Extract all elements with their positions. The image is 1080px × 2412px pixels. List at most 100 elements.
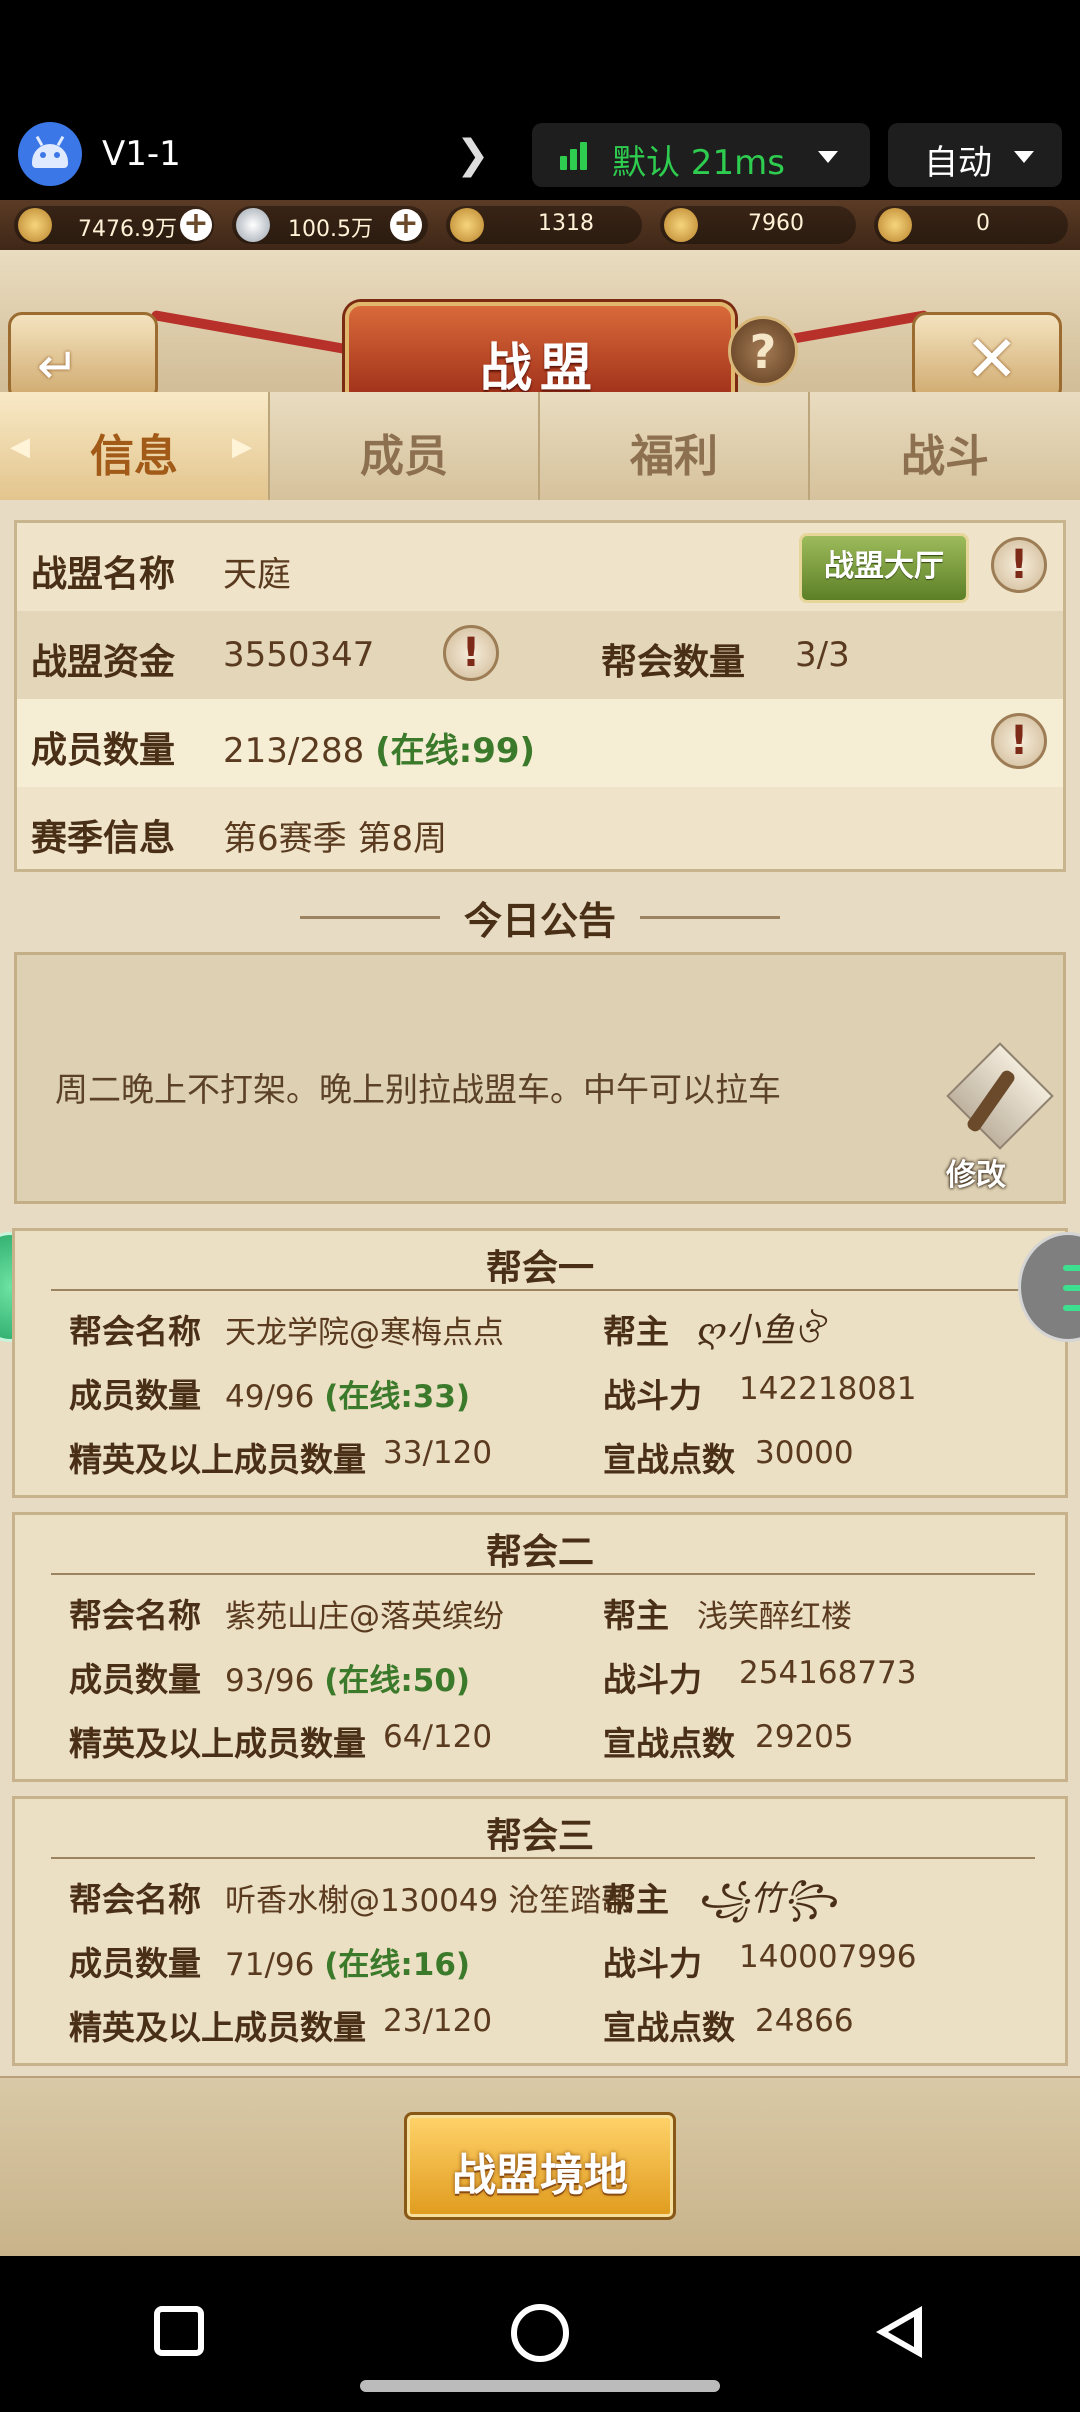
tab-bar: ◀ 信息 ▶ 成员 福利 战斗	[0, 392, 1080, 500]
currency-bar: 7476.9万 + 100.5万 + 1318 7960 0	[0, 200, 1080, 250]
info-row-funds: 战盟资金 3550347 ! 帮会数量 3/3	[17, 611, 1063, 699]
members-online: (在线:16)	[324, 1947, 471, 1983]
war-points-label: 宣战点数	[603, 1440, 735, 1479]
back-arrow-icon: ↵	[37, 337, 79, 395]
network-label: 默认 21ms	[612, 143, 785, 183]
chevron-down-icon	[818, 151, 838, 163]
tab-members[interactable]: 成员	[270, 392, 540, 500]
currency-gold: 1318	[446, 206, 642, 244]
question-icon: ?	[749, 325, 777, 379]
status-bar	[0, 0, 1080, 120]
members-label: 成员数量	[69, 1660, 201, 1699]
funds-value: 3550347	[223, 635, 375, 675]
guild-card: 帮会三 帮会名称 听香水榭@130049 沧笙踏歌 帮主 ꧁竹꧂ 成员数量 71…	[12, 1796, 1068, 2066]
alliance-name: 天庭	[223, 555, 291, 595]
close-icon: ✕	[965, 323, 1019, 397]
locked-gold-icon	[664, 208, 698, 242]
divider	[640, 916, 780, 919]
edit-notice-button[interactable]: 修改	[940, 1042, 1054, 1198]
leader-name: ღ小鱼ঔ	[697, 1311, 823, 1351]
quality-label: 自动	[924, 143, 992, 183]
network-dropdown[interactable]: 默认 21ms	[532, 123, 870, 187]
android-icon[interactable]	[18, 122, 82, 186]
gold-ingot-icon	[450, 208, 484, 242]
notice-title: 今日公告	[463, 899, 616, 943]
members-online: (在线:50)	[324, 1663, 471, 1699]
divider	[300, 916, 440, 919]
leader-label: 帮主	[603, 1596, 669, 1635]
copper-coin-icon	[18, 208, 52, 242]
members-label: 成员数量	[31, 730, 176, 771]
war-points-value: 24866	[755, 2003, 854, 2039]
war-points-value: 30000	[755, 1435, 854, 1471]
war-points-label: 宣战点数	[603, 2008, 735, 2047]
silver-ingot-icon	[236, 208, 270, 242]
back-nav-button[interactable]	[876, 2306, 922, 2358]
guild-name-label: 帮会名称	[69, 1880, 201, 1919]
add-copper-button[interactable]: +	[180, 209, 212, 241]
stream-name[interactable]: V1-1	[102, 134, 181, 174]
home-button[interactable]	[511, 2304, 569, 2362]
guild-name-label: 帮会名称	[69, 1596, 201, 1635]
currency-silver: 100.5万 +	[232, 206, 428, 244]
tab-label: 成员	[360, 431, 448, 482]
elite-value: 64/120	[383, 1719, 493, 1755]
alliance-hall-button[interactable]: 战盟大厅	[799, 533, 969, 603]
guild-card: 帮会二 帮会名称 紫苑山庄@落英缤纷 帮主 浅笑醉红楼 成员数量 93/96 (…	[12, 1512, 1068, 1782]
alliance-realm-button[interactable]: 战盟境地	[404, 2112, 676, 2220]
power-label: 战斗力	[603, 1376, 702, 1415]
power-value: 140007996	[739, 1939, 917, 1975]
members-online: (在线:99)	[375, 731, 536, 771]
realm-button-label: 战盟境地	[452, 2150, 628, 2201]
elite-label: 精英及以上成员数量	[69, 2008, 366, 2047]
info-row-name: 战盟名称 天庭 战盟大厅 !	[17, 523, 1063, 611]
power-value: 254168773	[739, 1655, 917, 1691]
quality-dropdown[interactable]: 自动	[888, 123, 1062, 187]
notice-header: 今日公告	[0, 884, 1080, 943]
currency-locked-gold: 7960	[660, 206, 856, 244]
chevron-down-icon	[1014, 151, 1034, 163]
info-icon[interactable]: !	[991, 713, 1047, 769]
power-label: 战斗力	[603, 1660, 702, 1699]
elite-value: 33/120	[383, 1435, 493, 1471]
tab-battle[interactable]: 战斗	[810, 392, 1080, 500]
back-button[interactable]: ↵	[8, 312, 158, 402]
ribbon	[150, 309, 360, 357]
currency-value: 7476.9万	[78, 217, 177, 242]
guild-count-label: 帮会数量	[601, 642, 746, 683]
guild-count-value: 3/3	[795, 635, 850, 675]
power-value: 142218081	[739, 1371, 917, 1407]
elite-label: 精英及以上成员数量	[69, 1724, 366, 1763]
chevron-right-icon[interactable]: ❯	[456, 132, 490, 178]
tab-label: 信息	[90, 431, 178, 482]
leader-name: ꧁竹꧂	[697, 1879, 838, 1919]
war-points-value: 29205	[755, 1719, 854, 1755]
page-title: 战盟	[479, 339, 600, 399]
currency-gold-coin: 0	[874, 206, 1068, 244]
info-row-members: 成员数量 213/288 (在线:99) !	[17, 699, 1063, 787]
leader-label: 帮主	[603, 1312, 669, 1351]
currency-value: 0	[976, 211, 990, 236]
guild-name-label: 帮会名称	[69, 1312, 201, 1351]
recents-button[interactable]	[154, 2306, 204, 2356]
funds-label: 战盟资金	[31, 642, 176, 683]
members-label: 成员数量	[69, 1376, 201, 1415]
members-value: 49/96 (在线:33)	[225, 1371, 470, 1416]
alliance-name-label: 战盟名称	[31, 554, 176, 595]
info-icon[interactable]: !	[991, 537, 1047, 593]
gold-coin-icon	[878, 208, 912, 242]
menu-line	[1063, 1305, 1080, 1311]
tab-welfare[interactable]: 福利	[540, 392, 810, 500]
menu-line	[1063, 1285, 1080, 1291]
guild-title: 帮会三	[485, 1816, 594, 1857]
info-icon[interactable]: !	[443, 625, 499, 681]
tab-info[interactable]: ◀ 信息 ▶	[0, 392, 270, 500]
guild-name: 听香水榭@130049 沧笙踏歌	[225, 1883, 633, 1919]
close-button[interactable]: ✕	[912, 312, 1062, 402]
members-value: 93/96 (在线:50)	[225, 1655, 470, 1700]
signal-icon	[560, 142, 594, 170]
members-count: 213/288	[223, 731, 365, 771]
add-silver-button[interactable]: +	[390, 209, 422, 241]
help-button[interactable]: ?	[728, 316, 798, 386]
members-value: 213/288 (在线:99)	[223, 723, 535, 772]
